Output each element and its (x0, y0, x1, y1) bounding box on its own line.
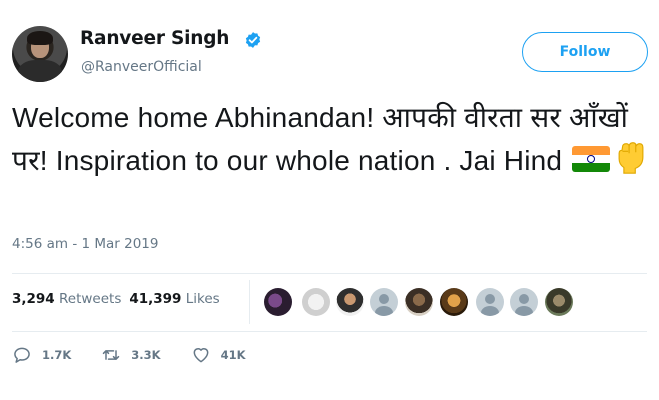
likes-label: Likes (185, 291, 220, 307)
retweet-button[interactable]: 3.3K (101, 345, 161, 365)
author-handle[interactable]: @RanveerOfficial (81, 59, 202, 75)
verified-badge-icon (245, 32, 261, 48)
tweet-actions: 1.7K 3.3K 41K (12, 343, 276, 367)
reply-count: 1.7K (42, 348, 72, 362)
raised-fist-icon (618, 142, 644, 174)
stats-separator (249, 280, 250, 324)
like-count: 41K (220, 348, 246, 362)
divider-bottom (12, 331, 647, 332)
like-button[interactable]: 41K (191, 345, 246, 365)
liker-avatar[interactable] (264, 288, 292, 316)
retweet-icon (103, 350, 120, 360)
liker-avatar[interactable] (370, 288, 398, 316)
liker-avatar[interactable] (336, 288, 364, 316)
reply-button[interactable]: 1.7K (12, 345, 71, 365)
tweet-timestamp[interactable]: 4:56 am - 1 Mar 2019 (12, 236, 158, 252)
heart-icon (193, 348, 209, 363)
retweets-count: 3,294 (12, 291, 55, 307)
avatar-hair (27, 31, 53, 45)
tweet-stats: 3,294 Retweets 41,399 Likes (12, 291, 220, 307)
author-avatar[interactable] (12, 26, 68, 82)
retweet-count: 3.3K (131, 348, 161, 362)
likes-count: 41,399 (129, 291, 182, 307)
flag-india-icon (572, 146, 611, 172)
tweet-body: Welcome home Abhinandan! आपकी वीरता सर आ… (12, 97, 652, 181)
liker-avatar[interactable] (440, 288, 468, 316)
follow-button[interactable]: Follow (522, 32, 648, 72)
reply-icon (14, 347, 30, 363)
likes-stat[interactable]: 41,399 Likes (129, 291, 219, 307)
liker-avatar[interactable] (405, 288, 433, 316)
author-name[interactable]: Ranveer Singh (80, 28, 229, 49)
avatar-body (18, 60, 62, 82)
liker-avatar[interactable] (302, 288, 330, 316)
retweets-stat[interactable]: 3,294 Retweets (12, 291, 121, 307)
tweet-text: Welcome home Abhinandan! आपकी वीरता सर आ… (12, 102, 629, 176)
liker-avatar[interactable] (545, 288, 573, 316)
retweets-label: Retweets (59, 291, 122, 307)
divider-top (12, 273, 647, 274)
liker-avatar[interactable] (510, 288, 538, 316)
liker-avatar[interactable] (476, 288, 504, 316)
